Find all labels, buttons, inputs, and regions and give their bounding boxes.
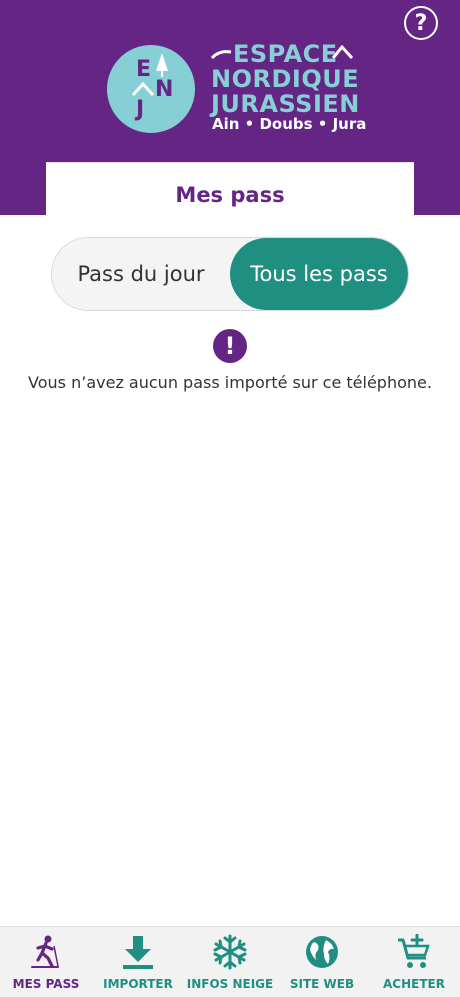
snowflake-icon: [210, 933, 250, 971]
bottom-nav: MES PASS IMPORTER INFOS NEIGE SITE WEB A…: [0, 926, 460, 997]
download-icon: [118, 933, 158, 971]
brand-line-2: NORDIQUE: [211, 65, 360, 93]
globe-icon: [302, 933, 342, 971]
skier-icon: [26, 933, 66, 971]
brand-line-1: ESPACE: [233, 40, 338, 68]
alert-icon: !: [213, 329, 247, 363]
logo-letter-n: N: [155, 77, 174, 102]
logo-slope-mark: [131, 81, 155, 97]
nav-mes-pass[interactable]: MES PASS: [0, 927, 92, 997]
nav-label-mes-pass: MES PASS: [12, 977, 80, 991]
pass-filter-toggle: Pass du jour Tous les pass: [52, 238, 408, 310]
toggle-all-passes[interactable]: Tous les pass: [230, 238, 408, 310]
nav-label-site-web: SITE WEB: [289, 977, 355, 991]
logo-letter-e: E: [136, 57, 152, 82]
nav-infos-neige[interactable]: INFOS NEIGE: [184, 927, 276, 997]
nav-site-web[interactable]: SITE WEB: [276, 927, 368, 997]
brand-subtitle: Ain • Doubs • Jura: [212, 115, 367, 133]
nav-label-acheter: ACHETER: [383, 977, 445, 991]
logo-letter-j: J: [136, 97, 145, 122]
logo-swoosh-left: [211, 50, 232, 60]
nav-acheter[interactable]: ACHETER: [368, 927, 460, 997]
cart-add-icon: [394, 933, 434, 971]
toggle-day-pass[interactable]: Pass du jour: [52, 238, 230, 310]
logo-badge: E N J: [107, 45, 195, 133]
fir-tree-icon: [156, 53, 168, 77]
nav-label-infos-neige: INFOS NEIGE: [186, 977, 274, 991]
page-title-card: Mes pass: [46, 162, 414, 227]
nav-label-importer: IMPORTER: [103, 977, 173, 991]
help-button[interactable]: ?: [404, 6, 438, 40]
brand-line-3: JURASSIEN: [211, 90, 360, 118]
help-icon: ?: [414, 10, 428, 36]
page-title: Mes pass: [175, 183, 285, 207]
nav-importer[interactable]: IMPORTER: [92, 927, 184, 997]
empty-message: Vous n’avez aucun pass importé sur ce té…: [28, 373, 432, 392]
logo-swoosh-right: [332, 44, 354, 60]
